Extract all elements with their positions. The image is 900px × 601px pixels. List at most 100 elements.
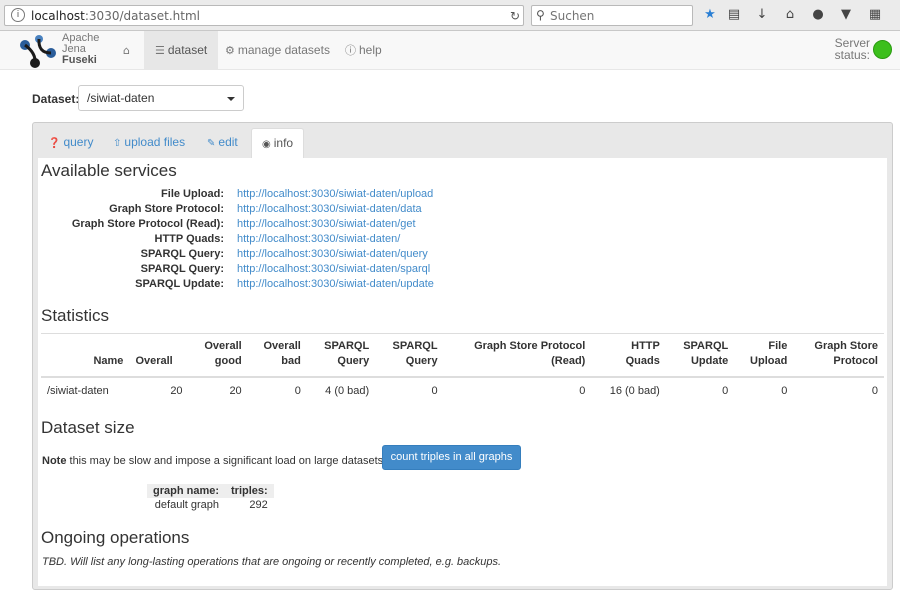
service-key: HTTP Quads: [154,233,224,245]
caret-down-icon [227,97,235,101]
stats-cell: 0 [793,376,884,405]
stats-col-gsp: Graph Store Protocol [793,333,884,378]
service-row: SPARQL Query: http://localhost:3030/siwi… [38,247,887,262]
database-icon: ☰ [155,44,165,57]
fuseki-navbar: Apache Jena Fuseki ⌂ ☰ dataset ⚙ manage da… [0,31,900,70]
service-row: File Upload: http://localhost:3030/siwia… [38,187,887,202]
search-icon: ⚲ [536,8,545,22]
statistics-heading: Statistics [41,306,110,325]
service-key: File Upload: [161,188,224,200]
graph-name-cell: default graph [154,499,220,511]
reading-list-icon[interactable]: ▤ [725,6,743,24]
service-link[interactable]: http://localhost:3030/siwiat-daten/get [237,217,416,232]
bookmark-star-icon[interactable]: ★ [701,6,719,24]
service-link[interactable]: http://localhost:3030/siwiat-daten/uploa… [237,187,433,202]
home-icon: ⌂ [123,44,130,57]
nav-home[interactable]: ⌂ [112,31,144,69]
service-link[interactable]: http://localhost:3030/siwiat-daten/data [237,202,422,217]
nav-manage-datasets[interactable]: ⚙ manage datasets [214,31,341,69]
upload-icon: ⇧ [113,138,122,149]
stats-cell: 0 [443,376,592,405]
stats-cell: 20 [129,376,189,405]
question-circle-icon: ❓ [48,138,61,149]
stats-cell-name: /siwiat-daten [41,376,130,405]
count-triples-button[interactable]: count triples in all graphs [382,445,521,470]
browser-search-box[interactable]: ⚲ [531,5,693,26]
download-icon[interactable]: ↓ [753,6,771,24]
tab-info[interactable]: ◉ info [251,128,305,159]
stats-col-overall-good: Overall good [188,333,248,378]
service-row: Graph Store Protocol: http://localhost:3… [38,202,887,217]
stats-col-overall: Overall [129,333,189,378]
dataset-tabs: ❓ query ⇧ upload files ✎ edit ◉ info [33,123,892,159]
info-icon: ⓘ [345,44,356,57]
tab-edit[interactable]: ✎ edit [197,128,248,159]
table-row: default graph 292 [147,498,274,512]
browser-toolbar: i localhost:3030/dataset.html ↻ ⚲ ★ ▤ ↓ … [0,0,900,31]
dataset-select[interactable]: /siwiat-daten [78,85,244,111]
info-icon[interactable]: i [11,8,25,22]
graph-size-header-row: graph name: triples: [147,484,274,498]
stats-col-sparql-update: SPARQL Update [665,333,735,378]
server-status-label: Server status: [834,36,870,62]
server-status-indicator [873,40,892,59]
dataset-size-note: Note this may be slow and impose a signi… [42,455,387,467]
url-text: localhost:3030/dataset.html [31,9,201,23]
browser-search-input[interactable] [550,7,690,24]
service-row: HTTP Quads: http://localhost:3030/siwiat… [38,232,887,247]
service-link[interactable]: http://localhost:3030/siwiat-daten/sparq… [237,262,430,277]
chat-icon[interactable]: ● [809,6,827,24]
stats-col-http-quads: HTTP Quads [591,333,666,378]
tab-query[interactable]: ❓ query [38,128,103,159]
pocket-icon[interactable]: ▼ [837,6,855,24]
triples-cell: 292 [249,499,268,511]
service-key: SPARQL Update: [135,278,224,290]
info-tab-content: Available services File Upload: http://l… [38,158,887,586]
home-icon[interactable]: ⌂ [781,6,799,24]
stats-cell: 0 [665,376,735,405]
service-row: Graph Store Protocol (Read): http://loca… [38,217,887,232]
reload-icon[interactable]: ↻ [507,9,523,23]
stats-col-file-upload: File Upload [734,333,794,378]
stats-cell: 0 [375,376,444,405]
stats-col-gsp-read: Graph Store Protocol (Read) [443,333,592,378]
ongoing-operations-text: TBD. Will list any long-lasting operatio… [42,556,502,568]
nav-help[interactable]: ⓘ help [334,31,393,69]
nav-dataset[interactable]: ☰ dataset [144,31,219,69]
fuseki-logo[interactable]: Apache Jena Fuseki [18,33,123,69]
dataset-selected-value: /siwiat-daten [87,91,155,105]
service-link[interactable]: http://localhost:3030/siwiat-daten/updat… [237,277,434,292]
edit-icon: ✎ [207,138,216,149]
cogs-icon: ⚙ [225,44,235,57]
qr-code-icon[interactable]: ▦ [866,6,884,24]
service-link[interactable]: http://localhost:3030/siwiat-daten/ [237,232,400,247]
stats-cell: 0 [734,376,794,405]
service-key: Graph Store Protocol: [109,203,224,215]
service-row: SPARQL Update: http://localhost:3030/siw… [38,277,887,292]
ongoing-operations-heading: Ongoing operations [41,528,190,547]
stats-col-sparql-query: SPARQL Query [306,333,376,378]
graph-size-table: graph name: triples: default graph 292 [147,484,274,512]
stats-cell: 4 (0 bad) [306,376,376,405]
dashboard-icon: ◉ [262,139,271,150]
url-bar[interactable]: i localhost:3030/dataset.html ↻ [4,5,524,26]
service-link[interactable]: http://localhost:3030/siwiat-daten/query [237,247,428,262]
fuseki-logo-icon [20,35,56,68]
logo-text: Apache Jena Fuseki [62,32,100,66]
stats-col-overall-bad: Overall bad [247,333,307,378]
stats-cell: 20 [188,376,248,405]
dataset-panel: ❓ query ⇧ upload files ✎ edit ◉ info Availab… [32,122,893,590]
tab-upload-files[interactable]: ⇧ upload files [103,128,195,159]
dataset-label: Dataset: [32,92,80,106]
stats-col-sparql-query-2: SPARQL Query [375,333,444,378]
graph-name-header: graph name: [147,484,226,498]
statistics-table: Name Overall Overall good Overall bad SPAR… [41,333,884,405]
service-key: SPARQL Query: [140,248,224,260]
stats-cell: 0 [247,376,307,405]
service-key: SPARQL Query: [140,263,224,275]
stats-col-name: Name [41,333,130,378]
triples-header: triples: [225,484,274,498]
table-row: /siwiat-daten 20 20 0 4 (0 bad) 0 0 16 (… [41,376,884,405]
statistics-header-row: Name Overall Overall good Overall bad SPAR… [41,333,884,378]
services-heading: Available services [41,161,177,180]
